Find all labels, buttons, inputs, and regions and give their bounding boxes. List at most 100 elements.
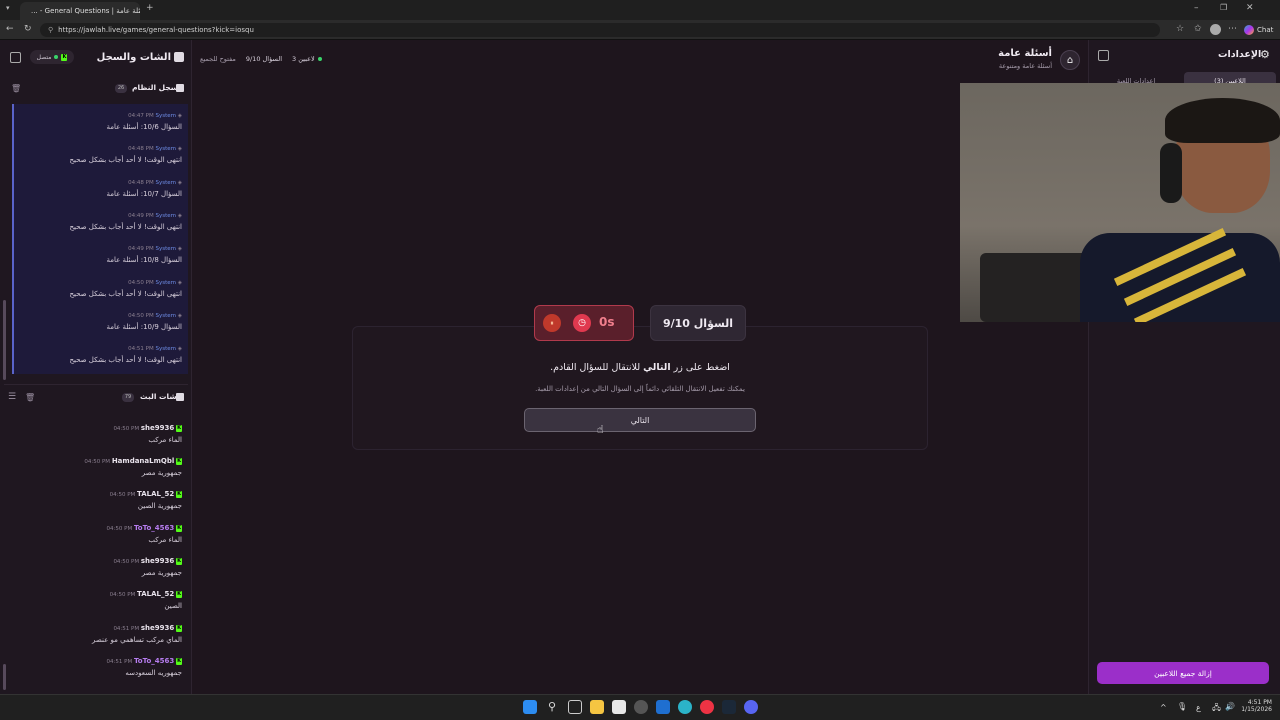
- kick-icon: K: [61, 53, 68, 61]
- favorite-icon[interactable]: ☆: [1176, 24, 1184, 34]
- timer-value: 0s: [599, 315, 615, 329]
- network-icon[interactable]: 🖧: [1212, 702, 1221, 716]
- system-log-meta: 04:48 PM System ◈: [128, 146, 182, 152]
- chrome-icon[interactable]: [700, 700, 714, 714]
- chat-message: 04:51 PM ToTo_4563 K جمهوريه السعودسه: [12, 657, 182, 677]
- chat-filter-icon[interactable]: ☰: [8, 392, 16, 402]
- system-log-item: 04:47 PM System ◈ السؤال 10/6: أسئلة عام…: [12, 113, 182, 131]
- store-icon[interactable]: [612, 700, 626, 714]
- chat-text: الصين: [164, 602, 182, 610]
- microphone-icon[interactable]: 🎙: [1177, 702, 1187, 711]
- chat-username[interactable]: ToTo_4563: [134, 657, 174, 665]
- chat-message: 04:50 PM TALAL_52 K الصين: [12, 590, 182, 610]
- system-log-icon: [176, 84, 184, 92]
- chat-username[interactable]: she9936: [141, 424, 174, 432]
- kick-icon: K: [176, 558, 182, 565]
- chat-text: جمهورية الصين: [137, 502, 182, 510]
- system-log-meta: 04:48 PM System ◈: [128, 180, 182, 186]
- webcam-hair: [1165, 98, 1280, 143]
- webcam-headphone: [1160, 143, 1182, 203]
- kick-icon: K: [176, 525, 182, 532]
- chat-username[interactable]: HamdanaLmQbl: [112, 457, 174, 465]
- divider: [4, 384, 188, 385]
- tray-overflow-icon[interactable]: ^: [1160, 703, 1167, 712]
- language-icon[interactable]: ع: [1196, 703, 1201, 712]
- prompt-bold: التالي: [643, 362, 671, 373]
- chat-scrollbar-thumb[interactable]: [3, 664, 6, 690]
- prompt-prefix: اضغط على زر: [670, 362, 730, 373]
- connection-status-badge: متصل K: [30, 50, 74, 64]
- edge-icon[interactable]: [678, 700, 692, 714]
- system-log-text: انتهى الوقت! لا أحد أجاب بشكل صحيح: [69, 356, 182, 364]
- reload-icon[interactable]: ↻: [24, 24, 32, 34]
- system-log-text: انتهى الوقت! لا أحد أجاب بشكل صحيح: [69, 223, 182, 231]
- new-tab-icon[interactable]: +: [146, 3, 154, 13]
- remove-all-label: إزالة جميع اللاعبين: [1154, 668, 1212, 678]
- chat-time: 04:50 PM: [84, 459, 111, 465]
- steam-icon[interactable]: [722, 700, 736, 714]
- kick-icon: K: [176, 591, 182, 598]
- system-log-item: 04:48 PM System ◈ السؤال 10/7: أسئلة عام…: [12, 180, 182, 198]
- stream-chat-icon: [176, 393, 184, 401]
- chat-message: 04:50 PM TALAL_52 K جمهورية الصين: [12, 490, 182, 510]
- collapse-right-panel-icon[interactable]: [1098, 50, 1109, 61]
- browser-tab[interactable]: أسئلة عامة | General Questions - ... ✕: [20, 2, 140, 20]
- kick-icon: K: [176, 491, 182, 498]
- system-log-meta: 04:47 PM System ◈: [128, 113, 182, 119]
- outlook-icon[interactable]: [656, 700, 670, 714]
- volume-icon[interactable]: 🔊: [1225, 702, 1235, 711]
- minimize-icon[interactable]: –: [1194, 3, 1199, 13]
- url-text: https://jawlah.live/games/general-questi…: [58, 26, 254, 34]
- remove-all-players-button[interactable]: إزالة جميع اللاعبين: [1097, 662, 1269, 684]
- system-log-list[interactable]: [12, 104, 188, 374]
- game-subtitle: أسئلة عامة ومتنوعة: [998, 62, 1052, 70]
- back-icon[interactable]: ←: [6, 24, 14, 34]
- chat-username[interactable]: she9936: [141, 624, 174, 632]
- task-view-icon[interactable]: [568, 700, 582, 714]
- chat-username[interactable]: TALAL_52: [137, 490, 174, 498]
- discord-icon[interactable]: [744, 700, 758, 714]
- next-question-button[interactable]: التالي: [524, 408, 756, 432]
- mode-label: مفتوح للجميع: [200, 55, 236, 63]
- site-info-icon[interactable]: ⚲: [48, 26, 53, 34]
- more-menu-icon[interactable]: ⋯: [1228, 24, 1237, 34]
- auto-next-hint: يمكنك تفعيل الانتقال التلقائي دائماً إلى…: [535, 385, 745, 393]
- chat-time: 04:50 PM: [109, 492, 136, 498]
- kick-icon: K: [176, 425, 182, 432]
- system-log-meta: 04:50 PM System ◈: [128, 313, 182, 319]
- chat-username[interactable]: she9936: [141, 557, 174, 565]
- chat-text: جمهورية مصر: [141, 569, 182, 577]
- home-icon[interactable]: ⌂: [1060, 50, 1080, 70]
- prompt-suffix: للانتقال للسؤال القادم.: [550, 362, 644, 373]
- webcam-overlay: [960, 83, 1280, 322]
- start-menu-icon[interactable]: [523, 700, 537, 714]
- chat-username[interactable]: ToTo_4563: [134, 524, 174, 532]
- pause-button[interactable]: ⏸: [543, 314, 561, 332]
- system-log-meta: 04:51 PM System ◈: [128, 346, 182, 352]
- system-log-text: انتهى الوقت! لا أحد أجاب بشكل صحيح: [69, 290, 182, 298]
- chat-message: 04:50 PM HamdanaLmQbl K جمهورية مصر: [12, 457, 182, 477]
- clear-chat-icon[interactable]: 🗑: [25, 393, 35, 402]
- file-explorer-icon[interactable]: [590, 700, 604, 714]
- system-log-item: 04:51 PM System ◈ انتهى الوقت! لا أحد أج…: [12, 346, 182, 364]
- url-field[interactable]: ⚲ https://jawlah.live/games/general-ques…: [40, 23, 1160, 37]
- chat-text: الماء مركب: [148, 436, 182, 444]
- favorites-bar-icon[interactable]: ✩: [1194, 24, 1202, 34]
- settings-app-icon[interactable]: [634, 700, 648, 714]
- collapse-left-panel-icon[interactable]: [10, 52, 21, 63]
- clear-log-icon[interactable]: 🗑: [11, 84, 21, 93]
- chat-text: جمهورية مصر: [141, 469, 182, 477]
- chat-message: 04:50 PM she9936 K الماء مركب: [12, 424, 182, 444]
- chat-time: 04:51 PM: [106, 659, 133, 665]
- system-log-meta: 04:50 PM System ◈: [128, 280, 182, 286]
- left-scrollbar-thumb[interactable]: [3, 300, 6, 380]
- tab-actions-icon[interactable]: ▾: [6, 4, 16, 14]
- chat-username[interactable]: TALAL_52: [137, 590, 174, 598]
- chat-time: 04:50 PM: [106, 526, 133, 532]
- maximize-icon[interactable]: ❐: [1220, 3, 1227, 12]
- search-icon[interactable]: ⚲: [545, 700, 559, 714]
- window-close-icon[interactable]: ✕: [1246, 3, 1254, 13]
- profile-avatar[interactable]: [1210, 24, 1221, 35]
- clock[interactable]: 4:51 PM 1/15/2026: [1240, 699, 1272, 713]
- copilot-chat-button[interactable]: Chat: [1244, 23, 1273, 36]
